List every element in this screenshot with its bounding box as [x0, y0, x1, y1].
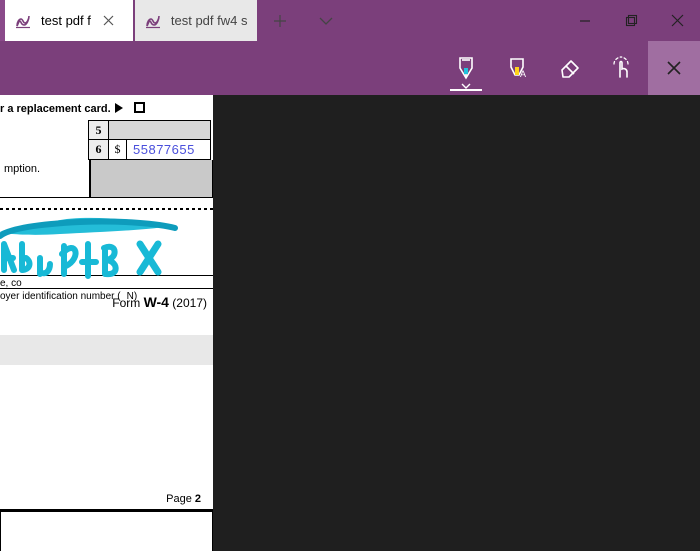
maximize-button[interactable]: [608, 0, 654, 41]
row-5: 5: [88, 120, 211, 140]
document-column[interactable]: r a replacement card. 5 6 $ 55877655: [0, 95, 213, 551]
pdf-page-2: Page 2: [0, 365, 213, 551]
replacement-card-line: r a replacement card.: [0, 95, 213, 120]
page2-num: 2: [195, 493, 201, 505]
grey-block: [90, 160, 213, 198]
row-5-value[interactable]: [109, 121, 210, 139]
eraser-tool[interactable]: [544, 41, 596, 95]
tab-app-icon: [15, 12, 33, 30]
signature-region: e, co oyer identification number (N): [0, 220, 213, 292]
highlighter-tool[interactable]: A: [492, 41, 544, 95]
page2-label: Page: [166, 493, 195, 505]
row-6-dollar: $: [109, 140, 127, 159]
tab-title: test pdf f: [41, 13, 91, 28]
row-6-value-cell[interactable]: 55877655: [127, 140, 210, 159]
page2-box: [0, 511, 213, 551]
chevron-down-icon: [461, 83, 471, 89]
dashed-separator: [0, 208, 213, 210]
tab-active[interactable]: test pdf f: [5, 0, 133, 41]
touch-writing-tool[interactable]: [596, 41, 648, 95]
svg-text:A: A: [520, 69, 526, 79]
tab-title: test pdf fw4 s: [171, 13, 248, 28]
row-6: 6 $ 55877655: [88, 140, 211, 160]
tab-preview-button[interactable]: [303, 0, 349, 41]
tab-app-icon: [145, 12, 163, 30]
row-6-value: 55877655: [133, 142, 195, 157]
tab-inactive[interactable]: test pdf fw4 s: [135, 0, 258, 41]
mption-row: mption.: [0, 160, 213, 198]
new-tab-button[interactable]: [257, 0, 303, 41]
row-6-num: 6: [89, 140, 109, 159]
page2-header: Page 2: [0, 489, 213, 509]
replacement-card-text: r a replacement card.: [0, 103, 111, 115]
page-gap: [0, 335, 213, 365]
ink-toolbar: A: [0, 41, 700, 95]
row-5-num: 5: [89, 121, 109, 139]
pdf-page-1: r a replacement card. 5 6 $ 55877655: [0, 95, 213, 335]
tab-close-button[interactable]: [95, 7, 123, 35]
window-close-button[interactable]: [654, 0, 700, 41]
pen-tool[interactable]: [440, 41, 492, 95]
minimize-button[interactable]: [562, 0, 608, 41]
ink-signature: [0, 214, 200, 300]
viewer-background[interactable]: [213, 95, 700, 551]
arrow-right-icon: [115, 103, 123, 113]
ink-close-button[interactable]: [648, 41, 700, 95]
content-area: r a replacement card. 5 6 $ 55877655: [0, 95, 700, 551]
title-bar: test pdf f test pdf fw4 s: [0, 0, 700, 41]
replacement-card-checkbox[interactable]: [134, 102, 145, 113]
mption-text: mption.: [4, 163, 40, 175]
